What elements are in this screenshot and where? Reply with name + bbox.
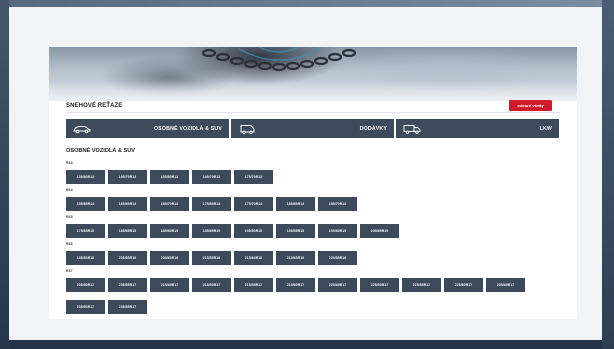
size-button[interactable]: 205/60R16 (150, 251, 189, 265)
snow-chain-illustration (201, 47, 357, 72)
size-button[interactable]: 185/70R14 (318, 197, 357, 211)
size-button[interactable]: 205/50R17 (66, 278, 105, 292)
rim-label-r17: R17 (66, 269, 73, 273)
size-button[interactable]: 165/70R13 (192, 170, 231, 184)
size-button[interactable]: 215/50R17 (192, 278, 231, 292)
size-button[interactable]: 235/45R17 (486, 278, 525, 292)
size-button[interactable]: 205/55R16 (108, 251, 147, 265)
size-button[interactable]: 175/70R14 (234, 197, 273, 211)
size-button[interactable]: 215/65R16 (276, 251, 315, 265)
size-button[interactable]: 175/65R14 (192, 197, 231, 211)
size-button[interactable]: 155/80R13 (150, 170, 189, 184)
size-button[interactable]: 215/55R17 (234, 278, 273, 292)
size-button[interactable]: 225/55R16 (318, 251, 357, 265)
page-title: SNEHOVÉ REŤAZE (66, 103, 123, 109)
monitor-bezel-bottom (9, 340, 602, 349)
rim-label-r14: R14 (66, 188, 73, 192)
rim-label-r15: R15 (66, 215, 73, 219)
truck-icon (403, 124, 421, 134)
size-button[interactable]: 195/55R15 (276, 224, 315, 238)
size-button[interactable]: 215/55R16 (192, 251, 231, 265)
page-content: SNEHOVÉ REŤAZE zobraziť všetky OSOBNÉ VO… (49, 47, 577, 319)
tab-vans-label: DODÁVKY (359, 125, 387, 132)
size-button[interactable]: 185/65R15 (108, 224, 147, 238)
size-button[interactable]: 155/70R13 (108, 170, 147, 184)
tab-trucks-label: LKW (539, 125, 552, 132)
tab-passenger-cars-label: OSOBNÉ VOZIDLÁ & SUV (154, 125, 222, 132)
size-button[interactable]: 205/65R15 (360, 224, 399, 238)
size-button[interactable]: 215/60R16 (234, 251, 273, 265)
car-icon (73, 125, 91, 133)
size-button[interactable]: 235/50R17 (66, 300, 105, 314)
size-button[interactable]: 235/55R17 (108, 300, 147, 314)
size-button[interactable]: 215/45R17 (150, 278, 189, 292)
size-button[interactable]: 165/65R14 (108, 197, 147, 211)
size-button[interactable]: 175/70R13 (234, 170, 273, 184)
size-button[interactable]: 195/50R15 (234, 224, 273, 238)
size-button[interactable]: 225/60R17 (444, 278, 483, 292)
tab-passenger-cars[interactable]: OSOBNÉ VOZIDLÁ & SUV (66, 119, 229, 138)
size-button[interactable]: 185/65R14 (276, 197, 315, 211)
rim-label-r16: R16 (66, 242, 73, 246)
section-title: OSOBNÉ VOZIDLÁ & SUV (66, 148, 135, 154)
size-button[interactable]: 155/65R14 (66, 197, 105, 211)
van-icon (240, 124, 255, 134)
tab-vans[interactable]: DODÁVKY (231, 119, 394, 138)
size-button[interactable]: 175/65R15 (66, 224, 105, 238)
size-button[interactable]: 215/60R17 (276, 278, 315, 292)
monitor-bezel-left (0, 0, 9, 349)
size-button[interactable]: 185/60R15 (150, 224, 189, 238)
header-divider (66, 112, 560, 113)
size-button[interactable]: 225/50R17 (360, 278, 399, 292)
size-button[interactable]: 185/65R15 (192, 224, 231, 238)
hero-fade (49, 81, 577, 101)
size-button[interactable]: 135/80R13 (66, 170, 105, 184)
size-button[interactable]: 205/55R17 (108, 278, 147, 292)
size-button[interactable]: 195/60R15 (318, 224, 357, 238)
show-all-button[interactable]: zobraziť všetky (509, 100, 552, 111)
monitor-bezel-top (9, 0, 602, 7)
monitor-bezel-right (602, 0, 614, 349)
rim-label-r13: R13 (66, 161, 73, 165)
browser-viewport: SNEHOVÉ REŤAZE zobraziť všetky OSOBNÉ VO… (9, 7, 602, 340)
size-button[interactable]: 165/70R14 (150, 197, 189, 211)
size-button[interactable]: 195/50R16 (66, 251, 105, 265)
tab-trucks[interactable]: LKW (396, 119, 559, 138)
size-button[interactable]: 225/55R17 (402, 278, 441, 292)
hero-banner-image (49, 47, 577, 101)
size-button[interactable]: 225/45R17 (318, 278, 357, 292)
